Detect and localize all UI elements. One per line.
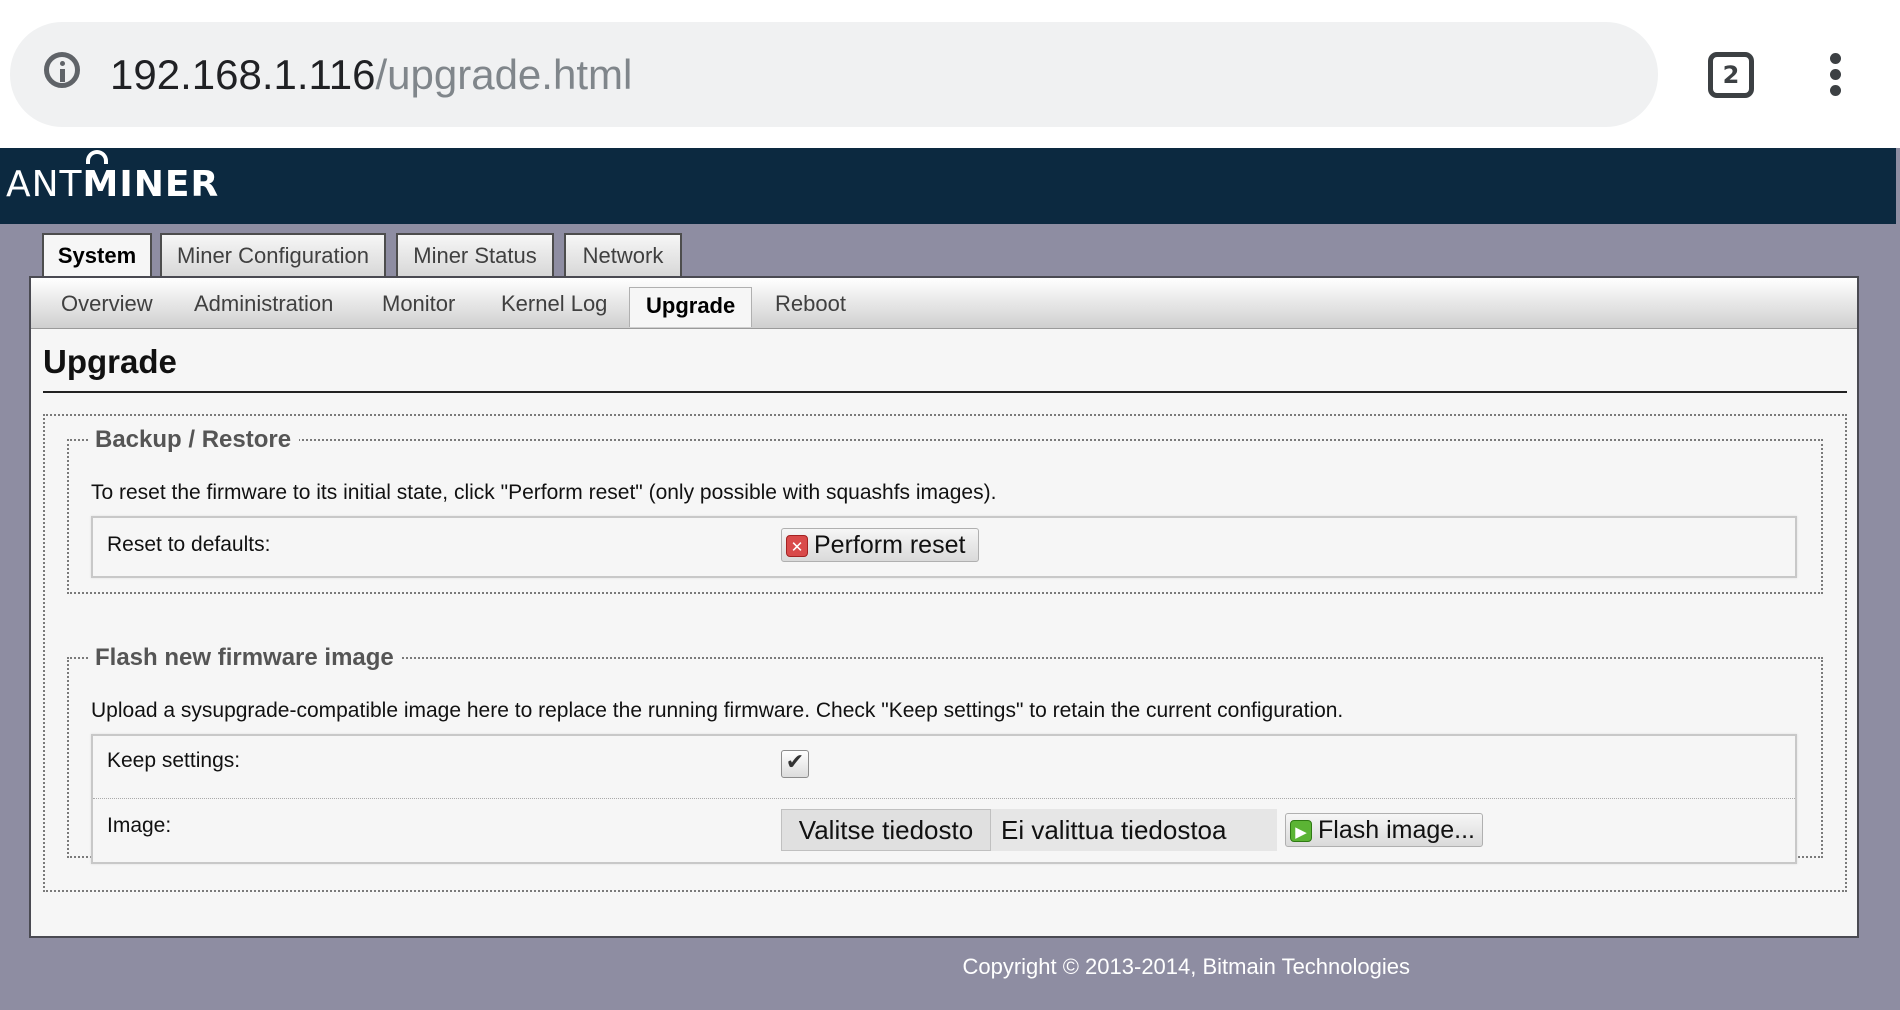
url-text[interactable]: 192.168.1.116/upgrade.html [110, 50, 632, 100]
tab-system[interactable]: System [42, 233, 152, 279]
subtab-overview[interactable]: Overview [61, 290, 153, 318]
reset-label: Reset to defaults: [107, 533, 271, 556]
perform-reset-label: Perform reset [814, 531, 966, 559]
footer-copyright: Copyright © 2013-2014, Bitmain Technolog… [962, 954, 1410, 979]
antminer-logo[interactable]: ANTMINER [6, 163, 219, 207]
subtab-kernel-log[interactable]: Kernel Log [501, 290, 607, 318]
reset-row: Reset to defaults: ✕ Perform reset [93, 518, 1795, 576]
subtab-administration[interactable]: Administration [194, 290, 333, 318]
choose-file-button[interactable]: Valitse tiedosto [781, 809, 991, 851]
flash-form: Keep settings: ✔ Image: Valitse tiedosto… [91, 734, 1797, 864]
image-row: Image: Valitse tiedosto Ei valittua tied… [93, 798, 1795, 863]
flash-image-button[interactable]: ▶ Flash image... [1285, 813, 1483, 847]
content-panel: Overview Administration Monitor Kernel L… [29, 276, 1859, 938]
reset-icon: ✕ [786, 535, 808, 557]
title-divider [43, 391, 1847, 393]
reset-form: Reset to defaults: ✕ Perform reset [91, 516, 1797, 578]
tab-miner-configuration[interactable]: Miner Configuration [160, 233, 386, 277]
keep-settings-checkbox[interactable]: ✔ [781, 750, 809, 778]
flash-firmware-section: Flash new firmware image Upload a sysupg… [67, 644, 1823, 864]
subtab-upgrade[interactable]: Upgrade [629, 287, 753, 327]
page-title: Upgrade [43, 343, 177, 380]
url-host: 192.168.1.116 [110, 51, 376, 98]
backup-restore-section: Backup / Restore To reset the firmware t… [67, 426, 1823, 594]
address-bar[interactable]: 192.168.1.116/upgrade.html [10, 22, 1658, 127]
backup-restore-legend: Backup / Restore [95, 426, 292, 453]
tab-switcher-button[interactable]: 2 [1708, 52, 1754, 98]
flash-firmware-description: Upload a sysupgrade-compatible image her… [91, 699, 1344, 722]
keep-settings-label: Keep settings: [107, 749, 241, 772]
flash-firmware-legend: Flash new firmware image [95, 644, 394, 671]
tab-miner-status[interactable]: Miner Status [396, 233, 554, 277]
logo-ant: ANT [6, 164, 83, 205]
browser-toolbar: 192.168.1.116/upgrade.html 2 [0, 0, 1900, 148]
image-file-input[interactable]: Valitse tiedosto Ei valittua tiedostoa [781, 809, 1277, 851]
logo-arc-icon [86, 150, 108, 164]
page-body: ANTMINER System Miner Configuration Mine… [0, 148, 1900, 1010]
logo-miner: MINER [82, 164, 220, 205]
perform-reset-button[interactable]: ✕ Perform reset [781, 528, 979, 562]
backup-restore-description: To reset the firmware to its initial sta… [91, 481, 997, 504]
tab-network[interactable]: Network [564, 233, 682, 277]
site-header: ANTMINER [0, 148, 1896, 224]
more-vert-icon[interactable] [1826, 50, 1846, 100]
flash-image-label: Flash image... [1318, 816, 1476, 844]
subtab-reboot[interactable]: Reboot [775, 290, 846, 318]
sub-tabs: Overview Administration Monitor Kernel L… [31, 278, 1857, 329]
flash-icon: ▶ [1290, 820, 1312, 842]
info-icon[interactable] [44, 52, 80, 88]
upgrade-map: Backup / Restore To reset the firmware t… [43, 414, 1847, 892]
keep-settings-row: Keep settings: ✔ [93, 736, 1795, 798]
image-label: Image: [107, 814, 172, 837]
no-file-chosen-text: Ei valittua tiedostoa [1001, 815, 1227, 845]
url-path: /upgrade.html [375, 51, 633, 98]
subtab-monitor[interactable]: Monitor [382, 290, 455, 318]
